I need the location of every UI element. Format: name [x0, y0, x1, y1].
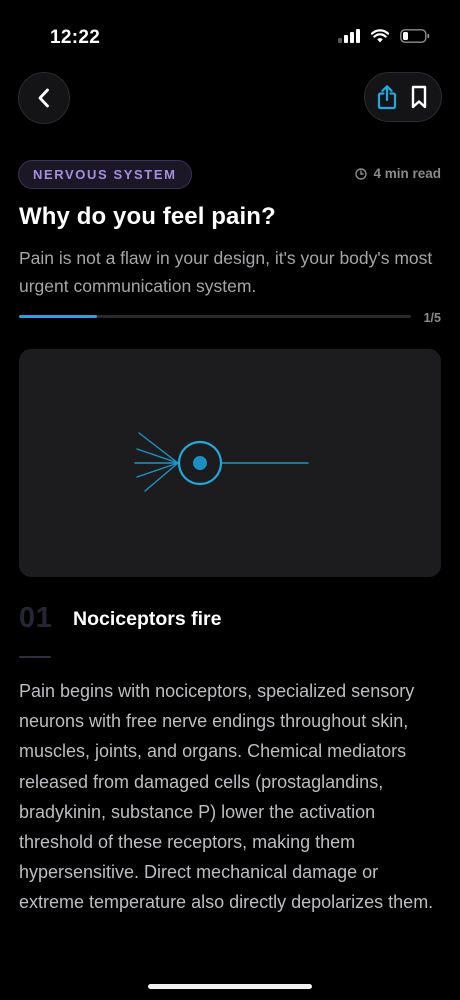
- chevron-left-icon: [38, 88, 49, 108]
- article-title: Why do you feel pain?: [19, 203, 276, 230]
- status-bar: 12:22: [0, 0, 460, 60]
- reading-progress-fill: [19, 315, 98, 318]
- back-button[interactable]: [18, 72, 70, 124]
- status-icons: [338, 29, 430, 43]
- cellular-signal-icon: [338, 29, 360, 43]
- read-time: 4 min read: [355, 166, 441, 181]
- step-body: Pain begins with nociceptors, specialize…: [19, 681, 434, 913]
- progress-counter: 1/5: [423, 311, 441, 325]
- home-indicator: [148, 984, 312, 989]
- bookmark-button[interactable]: [404, 82, 434, 112]
- share-button[interactable]: [372, 82, 402, 112]
- step-divider: [19, 656, 51, 658]
- wifi-icon: [371, 29, 389, 43]
- step-number: 01: [19, 602, 53, 634]
- step-title: Nociceptors fire: [73, 608, 222, 630]
- reading-progress-bar: [19, 315, 411, 318]
- bookmark-icon: [411, 85, 427, 109]
- read-time-label: 4 min read: [373, 166, 441, 181]
- status-time: 12:22: [50, 27, 101, 48]
- header-actions: [364, 72, 442, 122]
- clock-icon: [355, 167, 368, 180]
- neuron-illustration: [19, 349, 441, 577]
- category-badge: NERVOUS SYSTEM: [18, 160, 192, 189]
- battery-icon: [400, 29, 430, 43]
- share-icon: [377, 85, 397, 110]
- article-subtitle: Pain is not a flaw in your design, it's …: [19, 248, 433, 296]
- nociceptor-diagram: [134, 432, 309, 492]
